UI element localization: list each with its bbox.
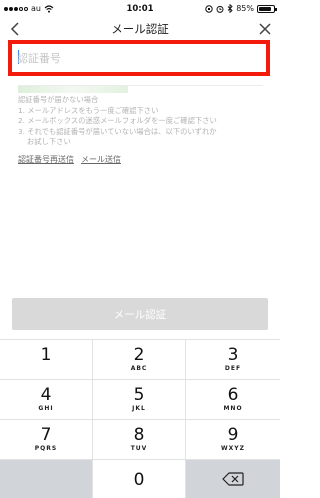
key-digit: 0 <box>133 470 145 490</box>
key-7[interactable]: 7 PQRS <box>0 420 93 460</box>
key-8[interactable]: 8 TUV <box>93 420 186 460</box>
battery-icon <box>257 4 277 13</box>
delete-key[interactable] <box>186 460 280 498</box>
key-digit: 6 <box>227 385 239 405</box>
help-line: 3. それでも認証番号が届いていない場合は、以下のいずれか <box>18 126 217 136</box>
key-digit: 2 <box>133 345 145 365</box>
key-6[interactable]: 6 MNO <box>186 380 280 420</box>
key-letters: PQRS <box>34 445 58 452</box>
key-digit: 9 <box>227 425 239 445</box>
key-letters: MNO <box>223 405 243 412</box>
key-digit: 3 <box>227 345 239 365</box>
key-1[interactable]: 1 <box>0 340 93 380</box>
help-title: 認証番号が届かない場合 <box>18 95 99 104</box>
key-9[interactable]: 9 WXYZ <box>186 420 280 460</box>
resend-code-link[interactable]: 認証番号再送信 <box>18 154 74 165</box>
key-letters: TUV <box>130 445 148 452</box>
battery-percent: 85% <box>236 4 254 13</box>
page-title: メール認証 <box>111 22 169 36</box>
blurred-text <box>18 86 128 93</box>
help-links: 認証番号再送信 メール送信 <box>18 154 121 165</box>
help-line: お試し下さい <box>27 137 71 146</box>
key-5[interactable]: 5 JKL <box>93 380 186 420</box>
send-mail-link[interactable]: メール送信 <box>81 154 121 165</box>
key-0[interactable]: 0 <box>93 460 186 498</box>
backspace-icon <box>222 472 244 486</box>
status-bar: au 10:01 85% <box>0 0 280 18</box>
help-line: 1. メールアドレスをもう一度ご確認下さい <box>18 105 159 115</box>
help-line: 2. メールボックスの迷惑メールフォルダを一度ご確認下さい <box>18 116 217 125</box>
key-digit: 8 <box>133 425 145 445</box>
key-3[interactable]: 3 DEF <box>186 340 280 380</box>
key-letters: JKL <box>132 405 146 412</box>
verification-code-field[interactable] <box>8 40 270 76</box>
rotation-lock-icon <box>205 4 213 13</box>
status-right: 85% <box>205 4 277 13</box>
submit-button[interactable]: メール認証 <box>12 298 268 330</box>
key-digit: 7 <box>40 425 52 445</box>
key-letters: DEF <box>224 365 242 372</box>
key-digit: 1 <box>40 345 52 365</box>
numeric-keypad: 1 2 ABC 3 DEF 4 GHI 5 JKL 6 MNO 7 PQRS 8… <box>0 339 280 498</box>
close-icon <box>259 23 271 35</box>
key-letters: ABC <box>130 365 148 372</box>
key-blank <box>0 460 93 498</box>
battery-level <box>259 6 271 11</box>
help-text: 認証番号が届かない場合 1. メールアドレスをもう一度ご確認下さい 2. メール… <box>18 95 268 148</box>
nav-bar: メール認証 <box>0 18 280 40</box>
key-digit: 4 <box>40 385 52 405</box>
alarm-icon <box>216 5 224 13</box>
verification-code-input[interactable] <box>17 49 257 67</box>
key-4[interactable]: 4 GHI <box>0 380 93 420</box>
close-button[interactable] <box>255 19 275 39</box>
key-2[interactable]: 2 ABC <box>93 340 186 380</box>
key-letters: GHI <box>38 405 54 412</box>
bluetooth-icon <box>227 4 233 13</box>
key-digit: 5 <box>133 385 145 405</box>
key-letters: WXYZ <box>221 445 245 452</box>
